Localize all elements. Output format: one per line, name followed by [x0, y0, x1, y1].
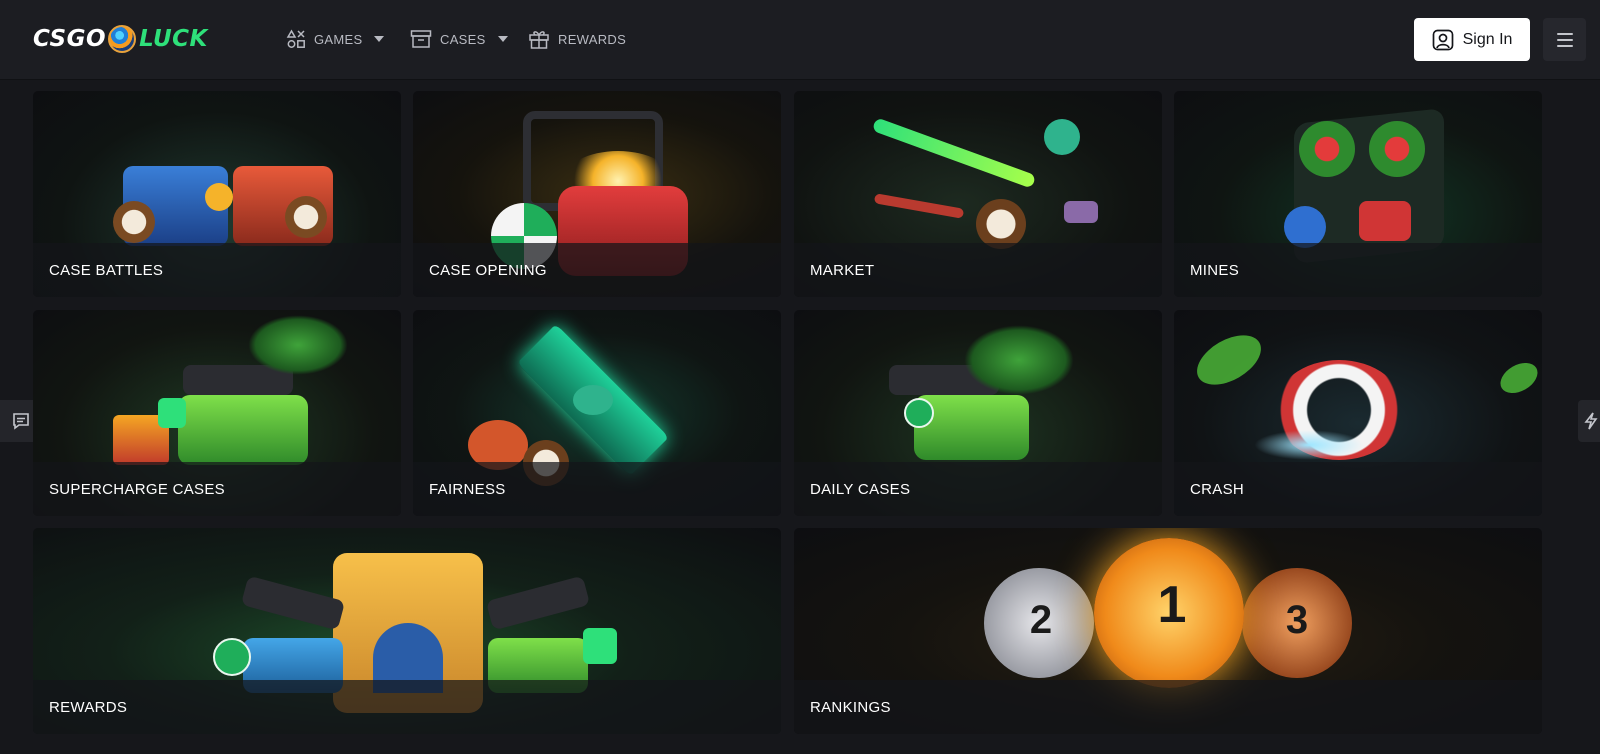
user-icon [1432, 29, 1453, 50]
logo-ball-icon [108, 25, 137, 53]
card-label-bar: RANKINGS [794, 680, 1542, 734]
nav-cases-label: CASES [440, 31, 486, 47]
card-label-bar: CRASH [1174, 462, 1542, 516]
card-title: SUPERCHARGE CASES [49, 480, 225, 498]
card-daily-cases[interactable]: DAILY CASES [794, 310, 1162, 516]
card-label-bar: REWARDS [33, 680, 781, 734]
chevron-down-icon [497, 36, 508, 42]
nav-cases[interactable]: CASES [410, 24, 508, 54]
card-label-bar: CASE BATTLES [33, 243, 401, 297]
menu-line [1556, 38, 1573, 41]
games-icon [286, 29, 305, 48]
card-title: RANKINGS [810, 698, 891, 716]
card-title: DAILY CASES [810, 480, 911, 498]
card-title: MINES [1190, 261, 1240, 279]
menu-line [1556, 32, 1573, 35]
card-label-bar: CASE OPENING [413, 243, 781, 297]
menu-line [1556, 44, 1573, 47]
card-label-bar: MINES [1174, 243, 1542, 297]
nav-rewards-label: REWARDS [558, 31, 627, 47]
nav-rewards[interactable]: REWARDS [528, 24, 626, 54]
nav-games[interactable]: GAMES [286, 24, 385, 54]
logo-text-right: LUCK [139, 26, 208, 52]
lightning-icon [1584, 412, 1598, 430]
card-title: CASE BATTLES [49, 261, 164, 279]
card-label-bar: DAILY CASES [794, 462, 1162, 516]
site-logo[interactable]: CSGO LUCK [33, 22, 208, 56]
nav-games-label: GAMES [314, 31, 363, 47]
card-label-bar: FAIRNESS [413, 462, 781, 516]
gift-icon [529, 31, 549, 49]
card-title: CRASH [1190, 480, 1245, 498]
card-market[interactable]: MARKET [794, 91, 1162, 297]
card-label-bar: SUPERCHARGE CASES [33, 462, 401, 516]
top-header: CSGO LUCK GAMES CASES REWARDS Sign In [0, 0, 1600, 80]
side-panel-toggle[interactable] [1578, 400, 1600, 442]
card-title: REWARDS [49, 698, 128, 716]
card-case-opening[interactable]: CASE OPENING [413, 91, 781, 297]
card-title: FAIRNESS [429, 480, 506, 498]
card-fairness[interactable]: FAIRNESS [413, 310, 781, 516]
sign-in-button[interactable]: Sign In [1414, 18, 1530, 61]
case-icon [410, 30, 432, 48]
chat-icon [12, 413, 29, 430]
card-supercharge-cases[interactable]: SUPERCHARGE CASES [33, 310, 401, 516]
card-rankings[interactable]: 2 1 3 RANKINGS [794, 528, 1542, 734]
card-crash[interactable]: CRASH [1174, 310, 1542, 516]
rank-3-icon: 3 [1285, 598, 1309, 642]
card-rewards[interactable]: REWARDS [33, 528, 781, 734]
chevron-down-icon [374, 36, 385, 42]
card-title: CASE OPENING [429, 261, 547, 279]
logo-text-left: CSGO [33, 26, 107, 52]
card-title: MARKET [810, 261, 875, 279]
card-mines[interactable]: MINES [1174, 91, 1542, 297]
sign-in-label: Sign In [1462, 30, 1513, 48]
rank-2-icon: 2 [1029, 598, 1053, 642]
hamburger-menu-button[interactable] [1543, 18, 1586, 61]
rank-1-icon: 1 [1157, 576, 1187, 634]
card-label-bar: MARKET [794, 243, 1162, 297]
card-case-battles[interactable]: CASE BATTLES [33, 91, 401, 297]
